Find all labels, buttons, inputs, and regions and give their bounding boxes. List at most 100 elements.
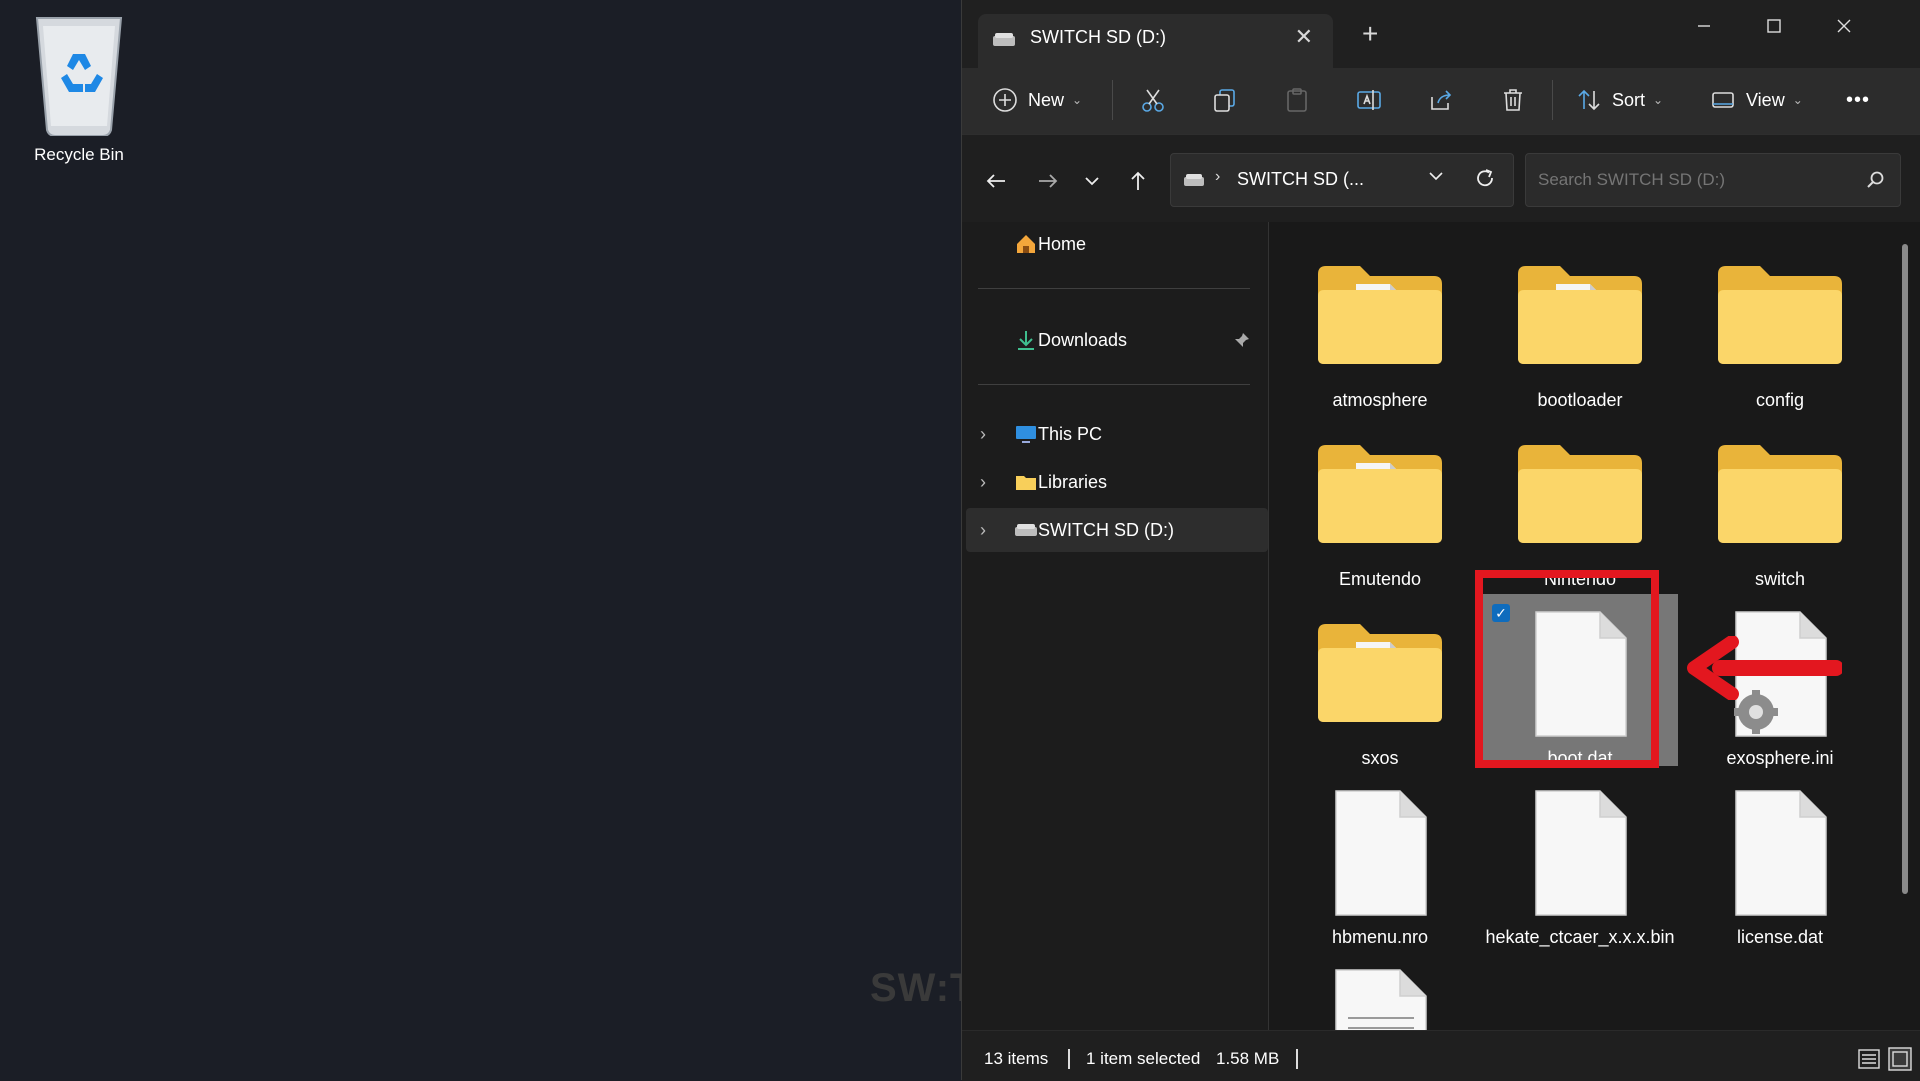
more-options-button[interactable]: ••• bbox=[1846, 82, 1870, 118]
title-bar: SWITCH SD (D:) ✕ + bbox=[962, 0, 1920, 68]
share-button[interactable] bbox=[1428, 82, 1454, 118]
cut-button[interactable] bbox=[1140, 82, 1166, 118]
status-divider bbox=[1296, 1049, 1298, 1069]
new-tab-button[interactable]: + bbox=[1362, 18, 1378, 50]
sidebar-item-libraries[interactable]: › Libraries bbox=[976, 460, 1252, 504]
file-icon-wrapper bbox=[1328, 968, 1432, 1030]
close-window-button[interactable] bbox=[1814, 6, 1874, 46]
sidebar-item-label: This PC bbox=[1038, 423, 1103, 444]
chevron-down-icon bbox=[1429, 172, 1443, 181]
sort-button[interactable]: Sort ⌄ bbox=[1576, 82, 1663, 118]
file-icon bbox=[1335, 790, 1427, 916]
download-icon bbox=[1018, 331, 1034, 350]
close-icon bbox=[1837, 19, 1851, 33]
tiles-view-icon[interactable] bbox=[1888, 1047, 1912, 1071]
file-item-license-dat[interactable]: license.dat bbox=[1682, 773, 1878, 947]
file-item-unnamed[interactable] bbox=[1282, 952, 1478, 1030]
file-name: hbmenu.nro bbox=[1331, 927, 1429, 947]
file-item-bootloader[interactable]: bootloader bbox=[1482, 236, 1678, 410]
up-button[interactable] bbox=[1122, 165, 1154, 197]
search-input[interactable] bbox=[1536, 162, 1850, 198]
arrow-left-icon bbox=[986, 174, 1005, 188]
file-icon-wrapper bbox=[1316, 262, 1444, 371]
sidebar-item-switch-sd[interactable]: › SWITCH SD (D:) bbox=[966, 508, 1268, 552]
minimize-button[interactable] bbox=[1674, 6, 1734, 46]
recycle-bin-label: Recycle Bin bbox=[34, 145, 124, 164]
address-bar[interactable]: › SWITCH SD (... bbox=[1170, 153, 1514, 207]
library-folder-icon bbox=[1016, 476, 1036, 490]
address-dropdown-button[interactable] bbox=[1427, 167, 1445, 190]
navigation-pane: Home Downloads › This PC › Libraries › S… bbox=[962, 222, 1269, 1030]
folder-icon bbox=[1718, 445, 1842, 543]
refresh-button[interactable] bbox=[1474, 167, 1496, 194]
file-icon-wrapper bbox=[1728, 789, 1832, 922]
copy-icon bbox=[1214, 89, 1235, 112]
sidebar-divider bbox=[978, 384, 1250, 385]
recycle-bin-shortcut[interactable]: Recycle Bin bbox=[20, 12, 138, 165]
toolbar-divider bbox=[1552, 80, 1553, 120]
recycle-bin-icon bbox=[35, 17, 123, 137]
folder-icon bbox=[1518, 266, 1642, 364]
chevron-down-icon: ⌄ bbox=[1792, 93, 1803, 107]
chevron-down-icon: ⌄ bbox=[1653, 93, 1664, 107]
file-item-config[interactable]: config bbox=[1682, 236, 1878, 410]
view-label: View bbox=[1746, 89, 1785, 110]
chevron-right-icon[interactable]: › bbox=[980, 472, 986, 493]
sidebar-divider bbox=[978, 288, 1250, 289]
text-file-icon bbox=[1335, 969, 1427, 1030]
folder-icon bbox=[1518, 445, 1642, 543]
sidebar-item-label: Libraries bbox=[1038, 471, 1108, 492]
item-count: 13 items bbox=[984, 1049, 1049, 1068]
search-box[interactable] bbox=[1525, 153, 1901, 207]
view-button[interactable]: View ⌄ bbox=[1710, 82, 1803, 118]
chevron-right-icon[interactable]: › bbox=[980, 520, 986, 541]
maximize-icon bbox=[1767, 19, 1781, 33]
sidebar-item-this-pc[interactable]: › This PC bbox=[976, 412, 1252, 456]
details-view-icon[interactable] bbox=[1858, 1049, 1880, 1069]
forward-button[interactable] bbox=[1032, 165, 1064, 197]
new-button[interactable]: New ⌄ bbox=[992, 82, 1082, 118]
vertical-scrollbar[interactable] bbox=[1902, 244, 1908, 894]
file-item-switch[interactable]: switch bbox=[1682, 415, 1878, 589]
selection-text: 1 item selected bbox=[1086, 1049, 1201, 1068]
view-icon bbox=[1712, 92, 1734, 108]
tab-switch-sd[interactable]: SWITCH SD (D:) ✕ bbox=[978, 14, 1333, 68]
file-item-hbmenu-nro[interactable]: hbmenu.nro bbox=[1282, 773, 1478, 947]
close-tab-icon[interactable]: ✕ bbox=[1295, 24, 1313, 50]
arrow-up-icon bbox=[1131, 171, 1145, 190]
copy-button[interactable] bbox=[1212, 82, 1238, 118]
sidebar-item-home[interactable]: Home bbox=[976, 222, 1252, 266]
file-item-sxos[interactable]: sxos bbox=[1282, 594, 1478, 768]
rename-button[interactable] bbox=[1356, 82, 1382, 118]
sidebar-item-downloads[interactable]: Downloads bbox=[976, 318, 1252, 362]
delete-button[interactable] bbox=[1500, 82, 1526, 118]
recent-locations-button[interactable] bbox=[1076, 165, 1108, 197]
plus-circle-icon bbox=[993, 88, 1017, 112]
file-name: hekate_ctcaer_x.x.x.bin bbox=[1485, 927, 1675, 947]
maximize-button[interactable] bbox=[1744, 6, 1804, 46]
file-item-nintendo[interactable]: Nintendo bbox=[1482, 415, 1678, 589]
home-icon bbox=[1017, 235, 1035, 253]
file-item-atmosphere[interactable]: atmosphere bbox=[1282, 236, 1478, 410]
file-item-emutendo[interactable]: Emutendo bbox=[1282, 415, 1478, 589]
chevron-right-icon[interactable]: › bbox=[980, 424, 986, 445]
file-icon-wrapper bbox=[1716, 441, 1844, 550]
file-item-hekate-ctcaer-x-x-x-bin[interactable]: hekate_ctcaer_x.x.x.bin bbox=[1482, 773, 1678, 947]
back-button[interactable] bbox=[980, 165, 1012, 197]
paste-button[interactable] bbox=[1284, 82, 1310, 118]
clipboard-icon bbox=[1287, 88, 1307, 112]
file-icon bbox=[1735, 790, 1827, 916]
highlight-box bbox=[1475, 570, 1659, 768]
chevron-down-icon: ⌄ bbox=[1072, 93, 1083, 107]
file-icon-wrapper bbox=[1316, 441, 1444, 550]
folder-icon bbox=[1318, 266, 1442, 364]
toolbar-divider bbox=[1112, 80, 1113, 120]
minimize-icon bbox=[1698, 25, 1710, 27]
file-icon-wrapper bbox=[1528, 789, 1632, 922]
scissors-icon bbox=[1142, 89, 1164, 112]
refresh-icon bbox=[1477, 169, 1493, 187]
file-name: Emutendo bbox=[1338, 569, 1422, 589]
tab-title: SWITCH SD (D:) bbox=[1030, 27, 1166, 47]
pin-icon[interactable] bbox=[1234, 332, 1250, 348]
trash-icon bbox=[1504, 89, 1522, 111]
